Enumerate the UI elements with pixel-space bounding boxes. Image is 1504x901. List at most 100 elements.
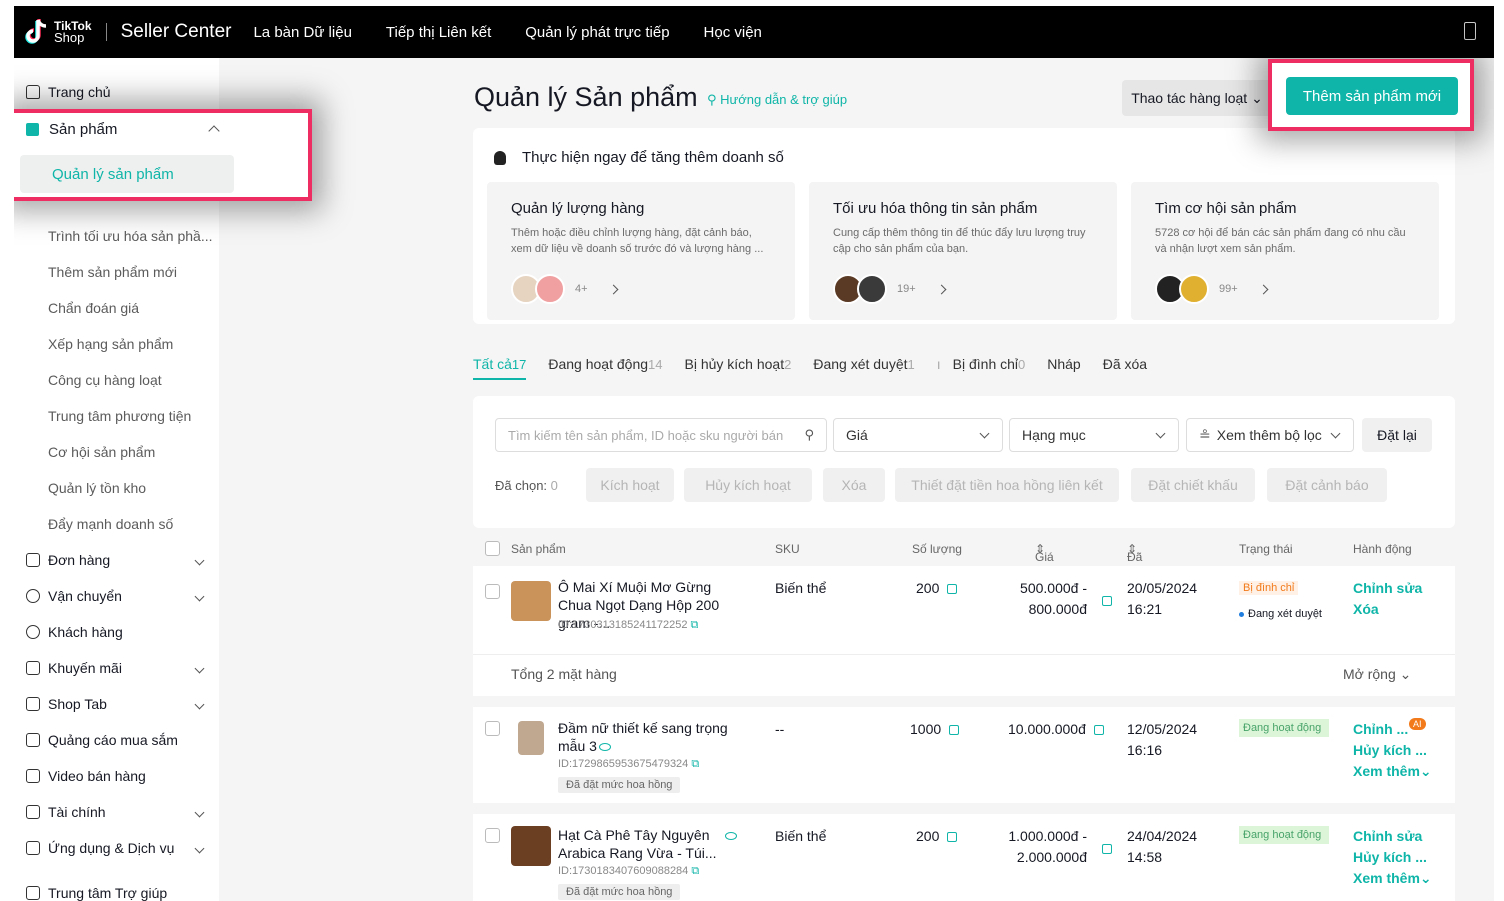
col-updated[interactable]: Đã cập nhật ⇕	[1127, 542, 1150, 592]
chevron-up-icon[interactable]	[208, 125, 220, 137]
sidebar-item-home[interactable]: Trang chủ	[14, 74, 219, 110]
qty-cell[interactable]: 200	[916, 826, 958, 847]
tab-all[interactable]: Tất cả17	[473, 356, 527, 380]
view-more-link[interactable]: Xem thêm⌄	[1353, 761, 1432, 782]
nav-live[interactable]: Quản lý phát trực tiếp	[525, 24, 669, 41]
tip-card-opportunities[interactable]: Tìm cơ hội sản phẩm 5728 cơ hội để bán c…	[1131, 182, 1439, 320]
view-more-link[interactable]: Xem thêm⌄	[1353, 868, 1432, 889]
add-product-button[interactable]: Thêm sản phẩm mới	[1286, 77, 1458, 115]
edit-icon[interactable]	[947, 832, 958, 843]
row-checkbox[interactable]	[485, 721, 500, 736]
mobile-device-icon[interactable]	[1464, 22, 1476, 40]
sidebar-sub-manage-products[interactable]: Quản lý sản phẩm	[20, 155, 234, 193]
product-thumb	[535, 274, 565, 304]
category-filter[interactable]: Hạng mục	[1009, 418, 1179, 452]
qty-cell[interactable]: 1000	[910, 719, 960, 740]
sidebar-item-customers[interactable]: Khách hàng	[14, 614, 219, 650]
activate-button[interactable]: Kích hoạt	[586, 468, 674, 502]
tab-active[interactable]: Đang hoạt động14	[548, 356, 662, 380]
chevron-right-icon[interactable]	[936, 284, 947, 294]
eye-icon[interactable]	[598, 743, 611, 752]
chevron-down-icon: ⌄	[1399, 666, 1412, 682]
help-chat-icon	[26, 886, 40, 900]
edit-icon[interactable]	[1102, 596, 1112, 606]
row-checkbox[interactable]	[485, 828, 500, 843]
sidebar-sub-price-diagnosis[interactable]: Chẩn đoán giá	[48, 290, 139, 326]
copy-icon[interactable]: ⧉	[691, 619, 699, 631]
edit-icon[interactable]	[1093, 725, 1104, 736]
sidebar-sub-media-center[interactable]: Trung tâm phương tiện	[48, 398, 191, 434]
tiktok-shop-logo[interactable]: TikTok Shop	[24, 17, 92, 47]
delete-link[interactable]: Xóa	[1353, 599, 1379, 620]
tab-suspended[interactable]: Bị đình chỉ0	[953, 356, 1026, 380]
product-name[interactable]: Đầm nữ thiết kế sang trọng mẫu 3	[558, 719, 738, 755]
chevron-right-icon[interactable]	[1258, 284, 1269, 294]
edit-icon[interactable]	[947, 584, 958, 595]
sidebar-item-shipping[interactable]: Vận chuyển	[14, 578, 219, 614]
sidebar-item-promotions[interactable]: Khuyến mãi	[14, 650, 219, 686]
tab-deleted[interactable]: Đã xóa	[1103, 356, 1147, 380]
sidebar-item-products[interactable]: Sản phẩm	[26, 121, 117, 138]
sidebar-item-shopping-ads[interactable]: Quảng cáo mua sắm	[14, 722, 219, 758]
help-link[interactable]: ⚲ Hướng dẫn & trợ giúp	[707, 92, 847, 108]
sidebar-sub-optimizer[interactable]: Trình tối ưu hóa sản phầ...	[48, 218, 213, 254]
sidebar-item-help-center[interactable]: Trung tâm Trợ giúp	[14, 875, 219, 901]
sidebar-item-orders[interactable]: Đơn hàng	[14, 542, 219, 578]
edit-icon[interactable]	[949, 725, 960, 736]
deactivate-link[interactable]: Hủy kích ...	[1353, 847, 1427, 868]
select-all-checkbox[interactable]	[485, 541, 500, 556]
sidebar-item-apps[interactable]: Ứng dụng & Dịch vụ	[14, 830, 219, 866]
expand-button[interactable]: Mở rộng ⌄	[1343, 664, 1411, 685]
deactivate-link[interactable]: Hủy kích ...	[1353, 740, 1427, 761]
sidebar-item-shop-tab[interactable]: Shop Tab	[14, 686, 219, 722]
sidebar-item-shoppable-video[interactable]: Video bán hàng	[14, 758, 219, 794]
tab-reviewing[interactable]: Đang xét duyệt1	[813, 356, 914, 380]
top-nav-bar: TikTok Shop Seller Center La bàn Dữ liệu…	[14, 6, 1494, 58]
delete-button[interactable]: Xóa	[823, 468, 885, 502]
chevron-right-icon[interactable]	[608, 284, 618, 294]
deactivate-button[interactable]: Hủy kích hoạt	[684, 468, 812, 502]
price-cell[interactable]: 10.000.000đ	[1008, 719, 1104, 740]
sku-cell: Biến thể	[775, 580, 827, 596]
qty-cell[interactable]: 200	[916, 578, 958, 599]
search-input[interactable]: Tìm kiếm tên sản phẩm, ID hoặc sku người…	[495, 418, 827, 452]
tip-card-optimize[interactable]: Tối ưu hóa thông tin sản phẩm Cung cấp t…	[809, 182, 1117, 320]
price-filter[interactable]: Giá	[833, 418, 1003, 452]
tip-card-inventory[interactable]: Quản lý lượng hàng Thêm hoặc điều chỉnh …	[487, 182, 795, 320]
sidebar-sub-inventory[interactable]: Quản lý tồn kho	[48, 470, 146, 506]
nav-academy[interactable]: Học viện	[704, 24, 762, 41]
status-badge: Đang hoạt động	[1239, 719, 1329, 737]
bulk-actions-dropdown[interactable]: Thao tác hàng loạt ⌄	[1122, 80, 1272, 116]
tab-deactivated[interactable]: Bị hủy kích hoạt2	[684, 356, 791, 380]
edit-icon[interactable]	[1102, 844, 1112, 854]
copy-icon[interactable]: ⧉	[691, 758, 699, 770]
col-sku: SKU	[775, 542, 800, 556]
edit-link[interactable]: Chỉnh ...	[1353, 719, 1408, 740]
row-checkbox[interactable]	[485, 584, 500, 599]
page-title: Quản lý Sản phẩm	[474, 82, 698, 112]
set-discount-button[interactable]: Đặt chiết khấu	[1131, 468, 1255, 502]
lightbulb-icon	[494, 151, 506, 165]
sidebar-sub-product-ranking[interactable]: Xếp hạng sản phẩm	[48, 326, 173, 362]
col-price[interactable]: Giá bán lẻ ⇕	[1035, 542, 1055, 592]
edit-link[interactable]: Chỉnh sửa	[1353, 578, 1422, 599]
nav-affiliate[interactable]: Tiếp thị Liên kết	[386, 24, 491, 41]
tab-drafts[interactable]: Nháp	[1047, 356, 1080, 380]
sidebar-sub-boost-sales[interactable]: Đẩy mạnh doanh số	[48, 506, 173, 542]
sidebar-item-finance[interactable]: Tài chính	[14, 794, 219, 830]
eye-icon[interactable]	[725, 832, 737, 840]
edit-link[interactable]: Chỉnh sửa	[1353, 826, 1422, 847]
sidebar-sub-bulk-tools[interactable]: Công cụ hàng loạt	[48, 362, 162, 398]
set-commission-button[interactable]: Thiết đặt tiền hoa hồng liên kết	[895, 468, 1119, 502]
ai-badge[interactable]: AI	[1409, 718, 1426, 730]
reset-button[interactable]: Đặt lại	[1362, 418, 1432, 452]
search-icon[interactable]: ⚲	[804, 427, 814, 443]
chevron-down-icon	[194, 843, 205, 853]
nav-data-compass[interactable]: La bàn Dữ liệu	[253, 24, 351, 41]
sidebar-sub-add-product[interactable]: Thêm sản phẩm mới	[48, 254, 177, 290]
more-filters-dropdown[interactable]: ≗ Xem thêm bộ lọc	[1186, 418, 1354, 452]
sidebar-sub-opportunities[interactable]: Cơ hội sản phẩm	[48, 434, 155, 470]
copy-icon[interactable]: ⧉	[691, 865, 699, 877]
product-name[interactable]: Hạt Cà Phê Tây Nguyên Arabica Rang Vừa -…	[558, 826, 718, 862]
set-alert-button[interactable]: Đặt cảnh báo	[1267, 468, 1387, 502]
